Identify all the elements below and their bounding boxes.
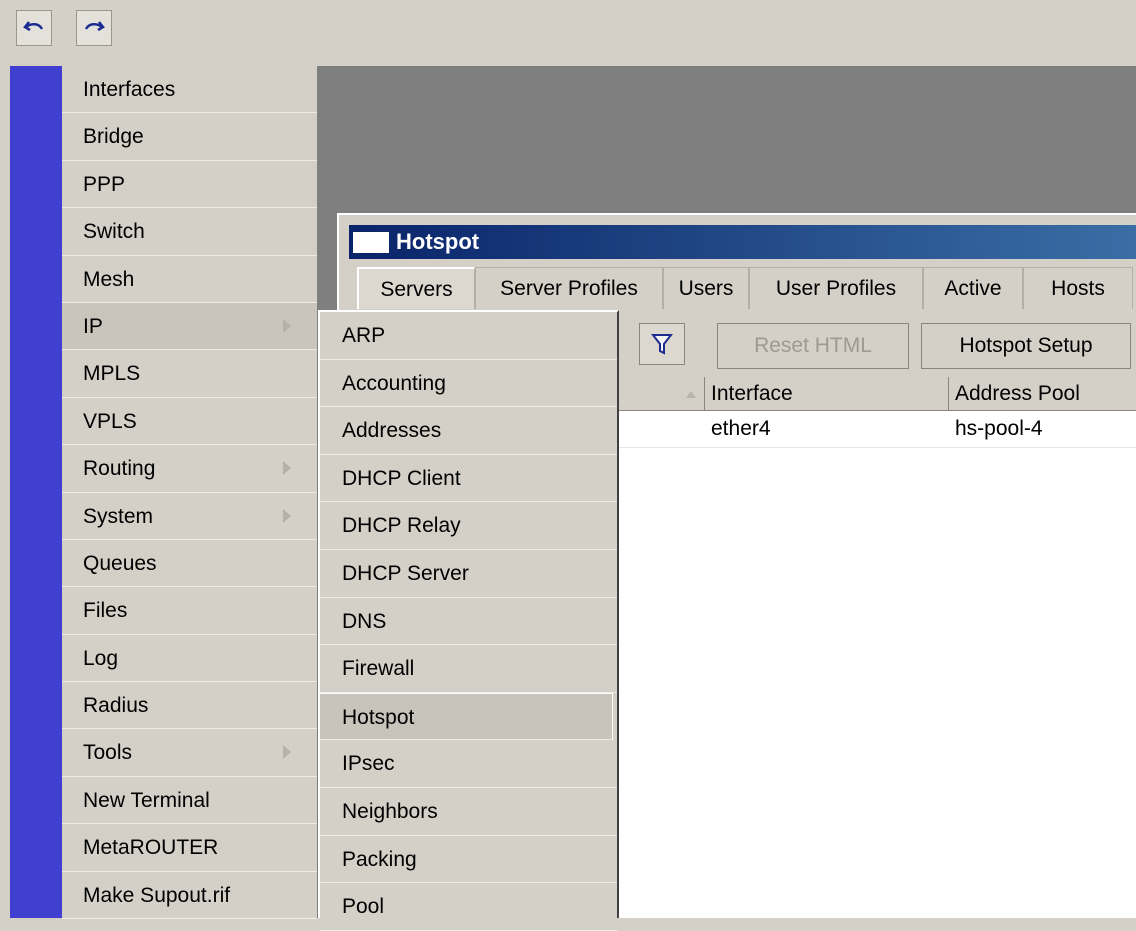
submenu-arrow-icon — [283, 508, 291, 523]
menu-item-label: Interfaces — [83, 78, 176, 101]
undo-icon — [23, 21, 44, 32]
ip-menu-item-ipsec[interactable]: IPsec — [320, 740, 617, 788]
menu-item-label: PPP — [83, 172, 126, 196]
sidebar-accent-bar — [10, 66, 62, 918]
ip-menu-item-dhcp-client[interactable]: DHCP Client — [320, 455, 617, 503]
tab-user-profiles[interactable]: User Profiles — [749, 267, 923, 309]
menu-item-system[interactable]: System — [62, 493, 317, 540]
ip-menu-item-arp[interactable]: ARP — [320, 312, 617, 360]
menu-item-label: Tools — [83, 741, 133, 765]
menu-item-label: IP — [83, 314, 103, 338]
filter-button[interactable] — [639, 323, 685, 365]
menu-item-label: Queues — [83, 551, 157, 575]
menu-item-switch[interactable]: Switch — [62, 208, 317, 256]
menu-item-label: Make Supout.rif — [83, 883, 231, 907]
sort-ascending-icon — [686, 391, 696, 398]
menu-item-label: Radius — [83, 694, 149, 718]
menu-item-label: Switch — [83, 220, 145, 244]
menu-item-radius[interactable]: Radius — [62, 682, 317, 730]
ip-menu-item-neighbors[interactable]: Neighbors — [320, 788, 617, 836]
tab-servers[interactable]: Servers — [357, 267, 475, 309]
menu-item-routing[interactable]: Routing — [62, 445, 317, 493]
hotspot-window-title: Hotspot — [396, 229, 480, 254]
menu-item-interfaces[interactable]: Interfaces — [62, 66, 317, 114]
redo-button[interactable] — [76, 10, 112, 46]
menu-item-label: Bridge — [83, 125, 144, 149]
ip-menu-item-packing[interactable]: Packing — [320, 836, 617, 884]
ip-submenu: ARP Accounting Addresses DHCP Client DHC… — [318, 310, 619, 931]
menu-item-log[interactable]: Log — [62, 635, 317, 683]
ip-menu-item-hotspot[interactable]: Hotspot — [320, 692, 613, 741]
menu-item-make-supout[interactable]: Make Supout.rif — [62, 872, 317, 920]
hotspot-title-bar[interactable]: Hotspot — [349, 225, 1136, 259]
column-header-interface[interactable]: Interface — [705, 377, 949, 411]
menu-item-label: Log — [83, 646, 119, 670]
tab-users[interactable]: Users — [663, 267, 749, 309]
menu-item-label: MPLS — [83, 362, 141, 386]
menu-item-label: System — [83, 504, 154, 528]
ip-menu-item-addresses[interactable]: Addresses — [320, 407, 617, 455]
table-cell-interface[interactable]: ether4 — [705, 413, 771, 445]
menu-item-ip[interactable]: IP — [62, 302, 317, 351]
top-toolbar — [0, 0, 1136, 66]
ip-menu-item-dhcp-server[interactable]: DHCP Server — [320, 550, 617, 598]
hotspot-tabs: Servers Server Profiles Users User Profi… — [349, 267, 1136, 311]
menu-item-metarouter[interactable]: MetaROUTER — [62, 824, 317, 872]
tab-server-profiles[interactable]: Server Profiles — [475, 267, 663, 309]
menu-item-tools[interactable]: Tools — [62, 729, 317, 777]
submenu-arrow-icon — [283, 745, 291, 760]
ip-menu-item-dhcp-relay[interactable]: DHCP Relay — [320, 502, 617, 550]
menu-item-label: New Terminal — [83, 788, 210, 812]
submenu-arrow-icon — [283, 318, 291, 333]
tab-active[interactable]: Active — [923, 267, 1023, 309]
filter-icon — [651, 334, 673, 355]
menu-item-queues[interactable]: Queues — [62, 540, 317, 588]
menu-item-label: VPLS — [83, 409, 137, 433]
redo-icon — [84, 21, 105, 32]
ip-menu-item-accounting[interactable]: Accounting — [320, 360, 617, 408]
menu-item-ppp[interactable]: PPP — [62, 161, 317, 209]
menu-item-mpls[interactable]: MPLS — [62, 350, 317, 398]
submenu-arrow-icon — [283, 461, 291, 476]
menu-item-new-terminal[interactable]: New Terminal — [62, 777, 317, 825]
reset-html-button[interactable]: Reset HTML — [717, 323, 909, 369]
table-cell-address-pool[interactable]: hs-pool-4 — [949, 413, 1043, 445]
menu-item-vpls[interactable]: VPLS — [62, 398, 317, 446]
menu-item-label: Files — [83, 599, 128, 623]
column-header-address-pool[interactable]: Address Pool — [949, 377, 1136, 411]
ip-menu-item-firewall[interactable]: Firewall — [320, 645, 617, 693]
ip-menu-item-dns[interactable]: DNS — [320, 598, 617, 646]
hotspot-setup-button[interactable]: Hotspot Setup — [921, 323, 1131, 369]
main-menu: Interfaces Bridge PPP Switch Mesh IP MPL… — [62, 66, 317, 920]
menu-item-label: MetaROUTER — [83, 836, 219, 860]
undo-button[interactable] — [16, 10, 52, 46]
menu-item-label: Mesh — [83, 267, 135, 291]
tab-hosts[interactable]: Hosts — [1023, 267, 1133, 309]
menu-item-label: Routing — [83, 457, 156, 481]
ip-menu-item-pool[interactable]: Pool — [320, 883, 617, 931]
menu-item-bridge[interactable]: Bridge — [62, 113, 317, 161]
window-icon — [353, 232, 389, 253]
menu-item-files[interactable]: Files — [62, 587, 317, 635]
menu-item-mesh[interactable]: Mesh — [62, 256, 317, 303]
